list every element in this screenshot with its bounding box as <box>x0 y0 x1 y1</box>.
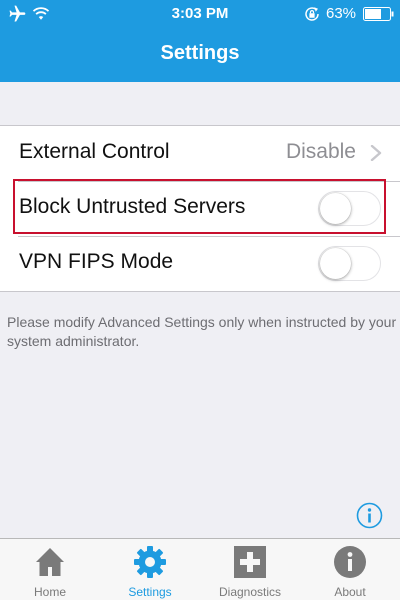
tab-home[interactable]: Home <box>0 539 100 600</box>
settings-list: External Control Disable Block Untrusted… <box>0 125 400 292</box>
navigation-bar: Settings <box>0 30 400 82</box>
page-title: Settings <box>160 42 240 64</box>
block-untrusted-servers-toggle[interactable] <box>318 191 381 226</box>
vpn-fips-mode-toggle[interactable] <box>318 246 381 281</box>
battery-icon <box>363 7 394 21</box>
toggle-knob <box>320 193 351 224</box>
info-button-icon[interactable] <box>356 502 383 529</box>
external-control-row[interactable]: External Control Disable <box>0 126 400 181</box>
block-untrusted-servers-row: Block Untrusted Servers <box>0 181 400 236</box>
vpn-fips-mode-row: VPN FIPS Mode <box>0 236 400 291</box>
tab-diagnostics-label: Diagnostics <box>218 585 282 599</box>
rotation-lock-icon <box>305 7 319 21</box>
status-bar: 3:03 PM 63% <box>0 0 400 30</box>
tab-diagnostics[interactable]: Diagnostics <box>200 539 300 600</box>
external-control-value: Disable <box>285 140 356 163</box>
toggle-knob <box>320 248 351 279</box>
settings-footnote: Please modify Advanced Settings only whe… <box>7 314 397 349</box>
tab-settings-label: Settings <box>128 585 172 599</box>
external-control-label: External Control <box>19 140 170 163</box>
plus-icon <box>234 546 266 578</box>
tab-about[interactable]: About <box>300 539 400 600</box>
tab-home-label: Home <box>33 585 66 599</box>
gear-icon <box>134 546 166 578</box>
tab-settings[interactable]: Settings <box>100 539 200 600</box>
chevron-right-icon <box>370 145 382 161</box>
tab-bar: Home Settings Diagnostics About <box>0 538 400 600</box>
tab-about-label: About <box>334 585 366 599</box>
info-icon <box>334 546 366 578</box>
vpn-fips-mode-label: VPN FIPS Mode <box>19 250 174 273</box>
block-untrusted-servers-label: Block Untrusted Servers <box>19 195 246 218</box>
battery-percentage: 63% <box>326 5 357 22</box>
home-icon <box>36 548 64 576</box>
